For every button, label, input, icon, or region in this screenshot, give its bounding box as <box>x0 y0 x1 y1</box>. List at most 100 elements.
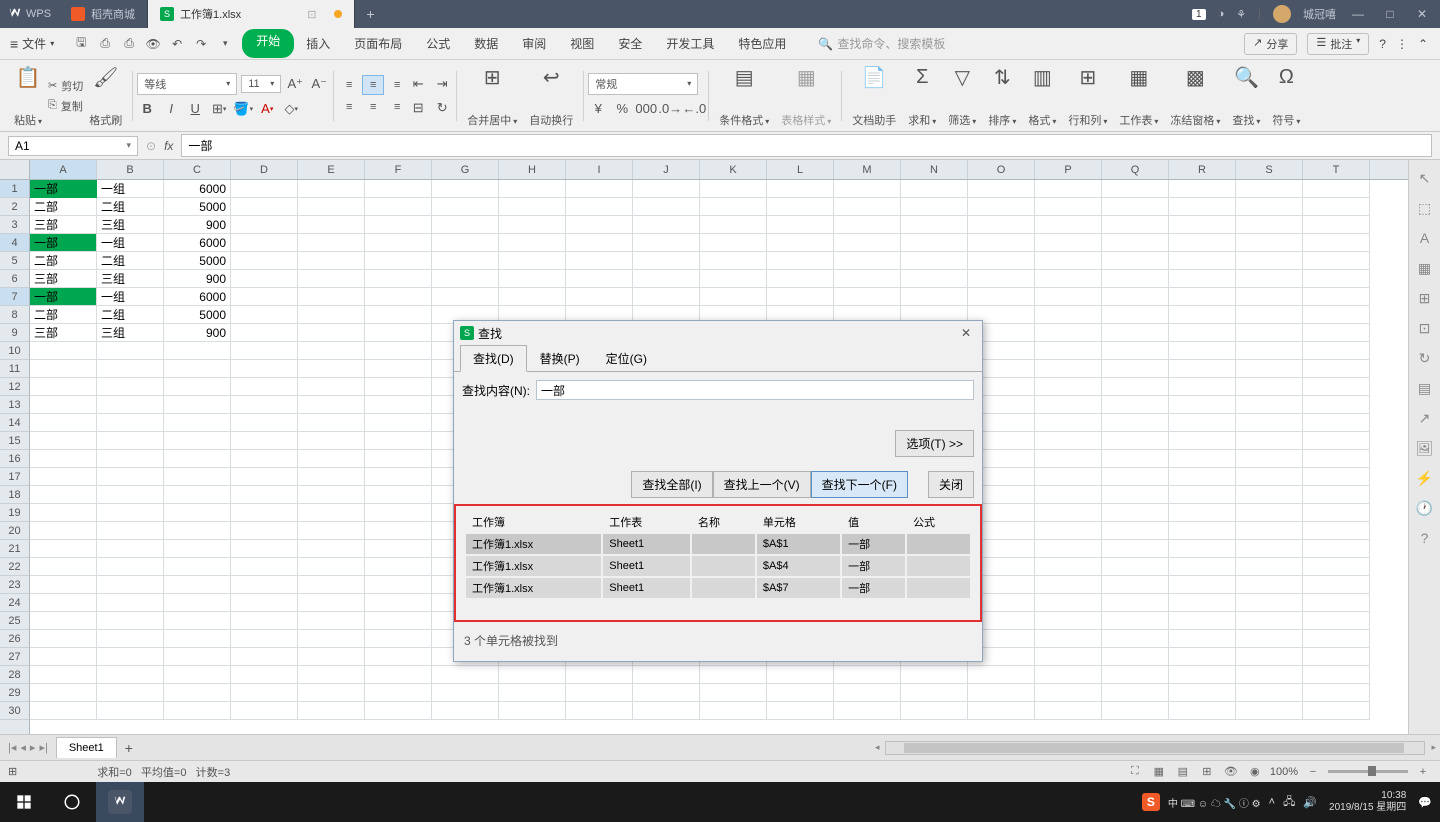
row-header[interactable]: 6 <box>0 270 29 288</box>
cell[interactable] <box>767 234 834 252</box>
cell[interactable] <box>633 270 700 288</box>
cell[interactable] <box>298 504 365 522</box>
cell[interactable] <box>1102 450 1169 468</box>
cell[interactable] <box>1303 414 1370 432</box>
cell[interactable] <box>164 414 231 432</box>
row-header[interactable]: 16 <box>0 450 29 468</box>
cell[interactable] <box>834 270 901 288</box>
user-avatar[interactable] <box>1273 5 1291 23</box>
cell[interactable] <box>1303 504 1370 522</box>
cell[interactable]: 二组 <box>97 252 164 270</box>
cell[interactable] <box>566 198 633 216</box>
cell[interactable] <box>1169 342 1236 360</box>
cell[interactable] <box>298 234 365 252</box>
qat-drop-icon[interactable]: ▾ <box>216 35 234 53</box>
cell[interactable] <box>164 576 231 594</box>
cell[interactable] <box>30 378 97 396</box>
cell[interactable] <box>901 270 968 288</box>
cell[interactable] <box>365 432 432 450</box>
add-sheet-button[interactable]: + <box>117 740 141 756</box>
cell[interactable] <box>566 270 633 288</box>
cell[interactable] <box>1169 432 1236 450</box>
cell[interactable] <box>1102 702 1169 720</box>
col-header[interactable]: A <box>30 160 97 179</box>
cell[interactable] <box>231 270 298 288</box>
maximize-button[interactable]: □ <box>1380 7 1400 21</box>
cell[interactable]: 三部 <box>30 270 97 288</box>
cell[interactable] <box>1236 252 1303 270</box>
cell[interactable] <box>968 270 1035 288</box>
cond-format-button[interactable]: ▤ 条件格式▾ <box>713 64 775 128</box>
cell[interactable] <box>1169 306 1236 324</box>
row-header[interactable]: 3 <box>0 216 29 234</box>
redo-icon[interactable]: ↷ <box>192 35 210 53</box>
cell[interactable] <box>1303 360 1370 378</box>
bold-button[interactable]: B <box>137 99 157 119</box>
cell[interactable] <box>1102 468 1169 486</box>
tab-menu-icon[interactable]: ⊡ <box>247 8 316 21</box>
tab-view[interactable]: 视图 <box>558 29 606 58</box>
share2-icon[interactable]: ↗ <box>1415 408 1435 428</box>
saveas-icon[interactable]: ⎙ <box>96 35 114 53</box>
cell[interactable] <box>298 180 365 198</box>
row-header[interactable]: 4 <box>0 234 29 252</box>
style-icon[interactable]: A <box>1415 228 1435 248</box>
cell[interactable] <box>30 684 97 702</box>
cell[interactable] <box>566 216 633 234</box>
cell[interactable]: 二部 <box>30 252 97 270</box>
cell[interactable] <box>1169 180 1236 198</box>
cell[interactable] <box>1035 630 1102 648</box>
cell[interactable] <box>901 288 968 306</box>
annotate-button[interactable]: ☰ 批注 ▾ <box>1307 33 1369 55</box>
cell[interactable] <box>231 432 298 450</box>
currency-icon[interactable]: ¥ <box>588 99 608 119</box>
cell[interactable] <box>901 252 968 270</box>
page-view-icon[interactable]: ▤ <box>1174 764 1192 780</box>
tab-home[interactable]: 开始 <box>242 29 294 58</box>
cell[interactable] <box>700 666 767 684</box>
cell[interactable] <box>298 666 365 684</box>
cell[interactable] <box>499 180 566 198</box>
cell[interactable] <box>365 306 432 324</box>
cell[interactable] <box>1035 360 1102 378</box>
format-button[interactable]: ▥ 格式▾ <box>1022 64 1062 128</box>
cell[interactable] <box>1236 468 1303 486</box>
cell[interactable] <box>1035 702 1102 720</box>
taskbar-wps[interactable] <box>96 782 144 822</box>
col-header[interactable]: D <box>231 160 298 179</box>
cell[interactable] <box>700 288 767 306</box>
cell[interactable]: 900 <box>164 216 231 234</box>
cell[interactable] <box>164 432 231 450</box>
cell[interactable] <box>231 198 298 216</box>
cell[interactable] <box>633 666 700 684</box>
cell[interactable] <box>1102 522 1169 540</box>
cell[interactable] <box>767 666 834 684</box>
cell[interactable] <box>968 252 1035 270</box>
cell[interactable] <box>1102 216 1169 234</box>
sogou-ime-icon[interactable]: S <box>1142 793 1160 811</box>
cell[interactable] <box>1303 270 1370 288</box>
paste-group[interactable]: 📋 粘贴▾ <box>8 64 48 128</box>
filter-button[interactable]: ▽ 筛选▾ <box>942 64 982 128</box>
cell[interactable] <box>365 558 432 576</box>
cell[interactable] <box>298 558 365 576</box>
cell[interactable] <box>298 252 365 270</box>
cell[interactable] <box>432 234 499 252</box>
backup-icon[interactable]: ↻ <box>1415 348 1435 368</box>
name-box[interactable]: A1 ▾ <box>8 136 138 156</box>
horizontal-scrollbar[interactable] <box>885 741 1425 755</box>
align-bot-right[interactable]: ≡ <box>386 97 408 117</box>
col-header[interactable]: N <box>901 160 968 179</box>
cell[interactable] <box>1169 540 1236 558</box>
fill-color-button[interactable]: 🪣▾ <box>233 99 253 119</box>
cell[interactable] <box>700 270 767 288</box>
cell[interactable] <box>1236 540 1303 558</box>
cell[interactable] <box>1035 594 1102 612</box>
cell[interactable] <box>365 252 432 270</box>
cell[interactable] <box>767 180 834 198</box>
cell[interactable] <box>365 702 432 720</box>
cell[interactable] <box>1236 576 1303 594</box>
cell[interactable] <box>365 450 432 468</box>
save-icon[interactable]: 🖫 <box>72 35 90 53</box>
cell[interactable] <box>365 198 432 216</box>
